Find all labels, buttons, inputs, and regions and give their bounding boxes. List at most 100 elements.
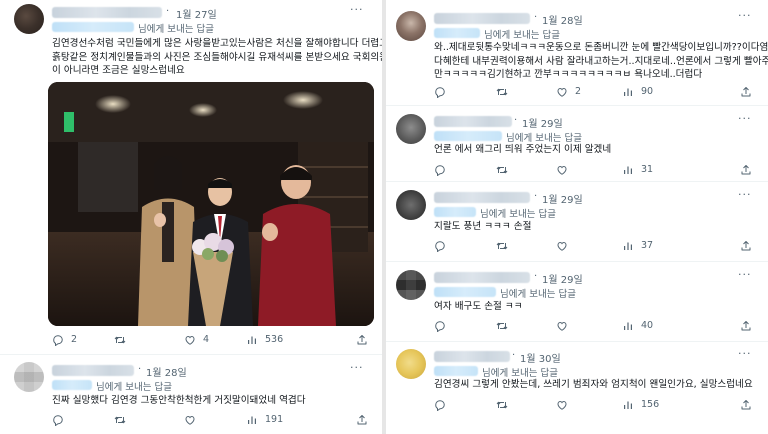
views-icon bbox=[622, 320, 634, 332]
avatar[interactable] bbox=[396, 190, 426, 220]
like-icon bbox=[184, 414, 196, 426]
avatar[interactable] bbox=[396, 349, 426, 379]
tweet-date[interactable]: 1월 30일 bbox=[520, 350, 561, 365]
tweet-text-line: 흙탕같은 정치계인물들과의 사진은 조심들해야시길 유재석씨를 본받으세요 국회… bbox=[52, 51, 382, 63]
reply-button[interactable] bbox=[434, 86, 453, 98]
blurred-display-name[interactable] bbox=[434, 13, 530, 24]
divider bbox=[0, 354, 382, 355]
retweet-button[interactable] bbox=[496, 240, 515, 252]
reply-button[interactable] bbox=[434, 240, 453, 252]
views-button[interactable]: 536 bbox=[246, 334, 283, 346]
photo-illustration bbox=[48, 82, 374, 326]
tweet-date[interactable]: 1월 29일 bbox=[542, 271, 583, 286]
blurred-reply-handle[interactable] bbox=[434, 207, 476, 217]
tweet-text-line: 와..제대로뒷통수맞네ㅋㅋㅋ운동으로 돈좀버니깐 눈에 빨간색당이보입니까??이… bbox=[434, 42, 768, 53]
avatar[interactable] bbox=[14, 4, 44, 34]
views-count: 37 bbox=[641, 240, 654, 251]
like-button[interactable] bbox=[184, 414, 203, 426]
views-icon bbox=[246, 414, 258, 426]
blurred-reply-handle[interactable] bbox=[434, 28, 480, 38]
reply-button[interactable] bbox=[434, 320, 453, 332]
like-count: 2 bbox=[575, 86, 582, 97]
share-button[interactable] bbox=[356, 334, 375, 346]
more-options-icon[interactable]: ··· bbox=[738, 347, 752, 360]
blurred-reply-handle[interactable] bbox=[434, 366, 478, 376]
share-button[interactable] bbox=[740, 240, 759, 252]
retweet-button[interactable] bbox=[496, 86, 515, 98]
share-button[interactable] bbox=[740, 164, 759, 176]
reply-button[interactable] bbox=[434, 399, 453, 411]
reply-tweet[interactable]: · 1월 30일 ··· 님에게 보내는 답글 김연경씨 그렇게 안봤는데, 쓰… bbox=[386, 342, 768, 434]
like-button[interactable] bbox=[556, 399, 575, 411]
tweet-text-line: 언론 에서 왜그리 띄워 주었는지 이제 알겠네 bbox=[434, 144, 612, 155]
retweet-button[interactable] bbox=[114, 334, 133, 346]
blurred-display-name[interactable] bbox=[434, 192, 530, 203]
tweet-date[interactable]: 1월 27일 bbox=[176, 6, 217, 21]
reply-tweet[interactable]: · 1월 28일 ··· 님에게 보내는 답글 진짜 실망했다 김연경 그동안착… bbox=[0, 356, 382, 434]
reply-tweet[interactable]: · 1월 29일 ··· 님에게 보내는 답글 지랄도 풍년 ㅋㅋㅋ 손절 37 bbox=[386, 182, 768, 260]
tweet-date[interactable]: 1월 29일 bbox=[522, 115, 563, 130]
retweet-button[interactable] bbox=[496, 320, 515, 332]
like-button[interactable]: 4 bbox=[184, 334, 209, 346]
tweet-date[interactable]: 1월 28일 bbox=[542, 12, 583, 27]
reply-tweet[interactable]: · 1월 29일 ··· 님에게 보내는 답글 언론 에서 왜그리 띄워 주었는… bbox=[386, 106, 768, 181]
share-icon bbox=[356, 334, 368, 346]
like-button[interactable] bbox=[556, 164, 575, 176]
more-options-icon[interactable]: ··· bbox=[350, 3, 364, 16]
reply-button[interactable] bbox=[52, 414, 71, 426]
avatar[interactable] bbox=[14, 362, 44, 392]
tweet-date[interactable]: 1월 28일 bbox=[146, 364, 187, 379]
views-button[interactable]: 90 bbox=[622, 86, 653, 98]
like-button[interactable] bbox=[556, 240, 575, 252]
reply-button[interactable]: 2 bbox=[52, 334, 77, 346]
views-count: 40 bbox=[641, 320, 654, 331]
avatar[interactable] bbox=[396, 11, 426, 41]
more-options-icon[interactable]: ··· bbox=[738, 188, 752, 201]
reply-tweet[interactable]: · 1월 28일 ··· 님에게 보내는 답글 와..제대로뒷통수맞네ㅋㅋㅋ운동… bbox=[386, 0, 768, 103]
reply-to-label: 님에게 보내는 답글 bbox=[480, 209, 556, 220]
avatar[interactable] bbox=[396, 270, 426, 300]
like-count: 4 bbox=[203, 334, 210, 345]
blurred-display-name[interactable] bbox=[434, 272, 530, 283]
like-button[interactable] bbox=[556, 320, 575, 332]
views-button[interactable]: 40 bbox=[622, 320, 653, 332]
retweet-button[interactable] bbox=[114, 414, 133, 426]
tweet-text: 언론 에서 왜그리 띄워 주었는지 이제 알겠네 bbox=[434, 143, 611, 157]
avatar[interactable] bbox=[396, 114, 426, 144]
share-button[interactable] bbox=[740, 399, 759, 411]
views-button[interactable]: 191 bbox=[246, 414, 283, 426]
views-button[interactable]: 31 bbox=[622, 164, 653, 176]
retweet-button[interactable] bbox=[496, 399, 515, 411]
blurred-display-name[interactable] bbox=[52, 7, 162, 18]
share-button[interactable] bbox=[356, 414, 375, 426]
blurred-display-name[interactable] bbox=[434, 116, 512, 127]
retweet-button[interactable] bbox=[496, 164, 515, 176]
views-button[interactable]: 156 bbox=[622, 399, 659, 411]
blurred-reply-handle[interactable] bbox=[52, 380, 92, 390]
tweet-text: 여자 배구도 손절 ㅋㅋ bbox=[434, 300, 523, 314]
blurred-reply-handle[interactable] bbox=[434, 131, 502, 141]
share-button[interactable] bbox=[740, 320, 759, 332]
reply-tweet[interactable]: · 1월 27일 ··· 님에게 보내는 답글 김연경선수처럼 국민들에게 많은… bbox=[0, 0, 382, 352]
tweet-photo[interactable] bbox=[48, 82, 374, 326]
share-button[interactable] bbox=[740, 86, 759, 98]
like-button[interactable]: 2 bbox=[556, 86, 581, 98]
reply-to-label: 님에게 보내는 답글 bbox=[96, 382, 172, 393]
blurred-reply-handle[interactable] bbox=[434, 287, 496, 297]
more-options-icon[interactable]: ··· bbox=[738, 268, 752, 281]
like-icon bbox=[556, 399, 568, 411]
more-options-icon[interactable]: ··· bbox=[738, 112, 752, 125]
more-options-icon[interactable]: ··· bbox=[350, 361, 364, 374]
views-button[interactable]: 37 bbox=[622, 240, 653, 252]
views-icon bbox=[622, 399, 634, 411]
blurred-reply-handle[interactable] bbox=[52, 22, 134, 32]
more-options-icon[interactable]: ··· bbox=[738, 9, 752, 22]
tweet-date[interactable]: 1월 29일 bbox=[542, 191, 583, 206]
reply-button[interactable] bbox=[434, 164, 453, 176]
blurred-display-name[interactable] bbox=[52, 365, 134, 376]
retweet-icon bbox=[496, 399, 508, 411]
blurred-display-name[interactable] bbox=[434, 351, 510, 362]
reply-tweet[interactable]: · 1월 29일 ··· 님에게 보내는 답글 여자 배구도 손절 ㅋㅋ 40 bbox=[386, 262, 768, 340]
share-icon bbox=[740, 86, 752, 98]
tweet-text-line: 김연경씨 그렇게 안봤는데, 쓰레기 범죄자와 엄지척이 왠일인가요, 실망스럽… bbox=[434, 379, 753, 390]
